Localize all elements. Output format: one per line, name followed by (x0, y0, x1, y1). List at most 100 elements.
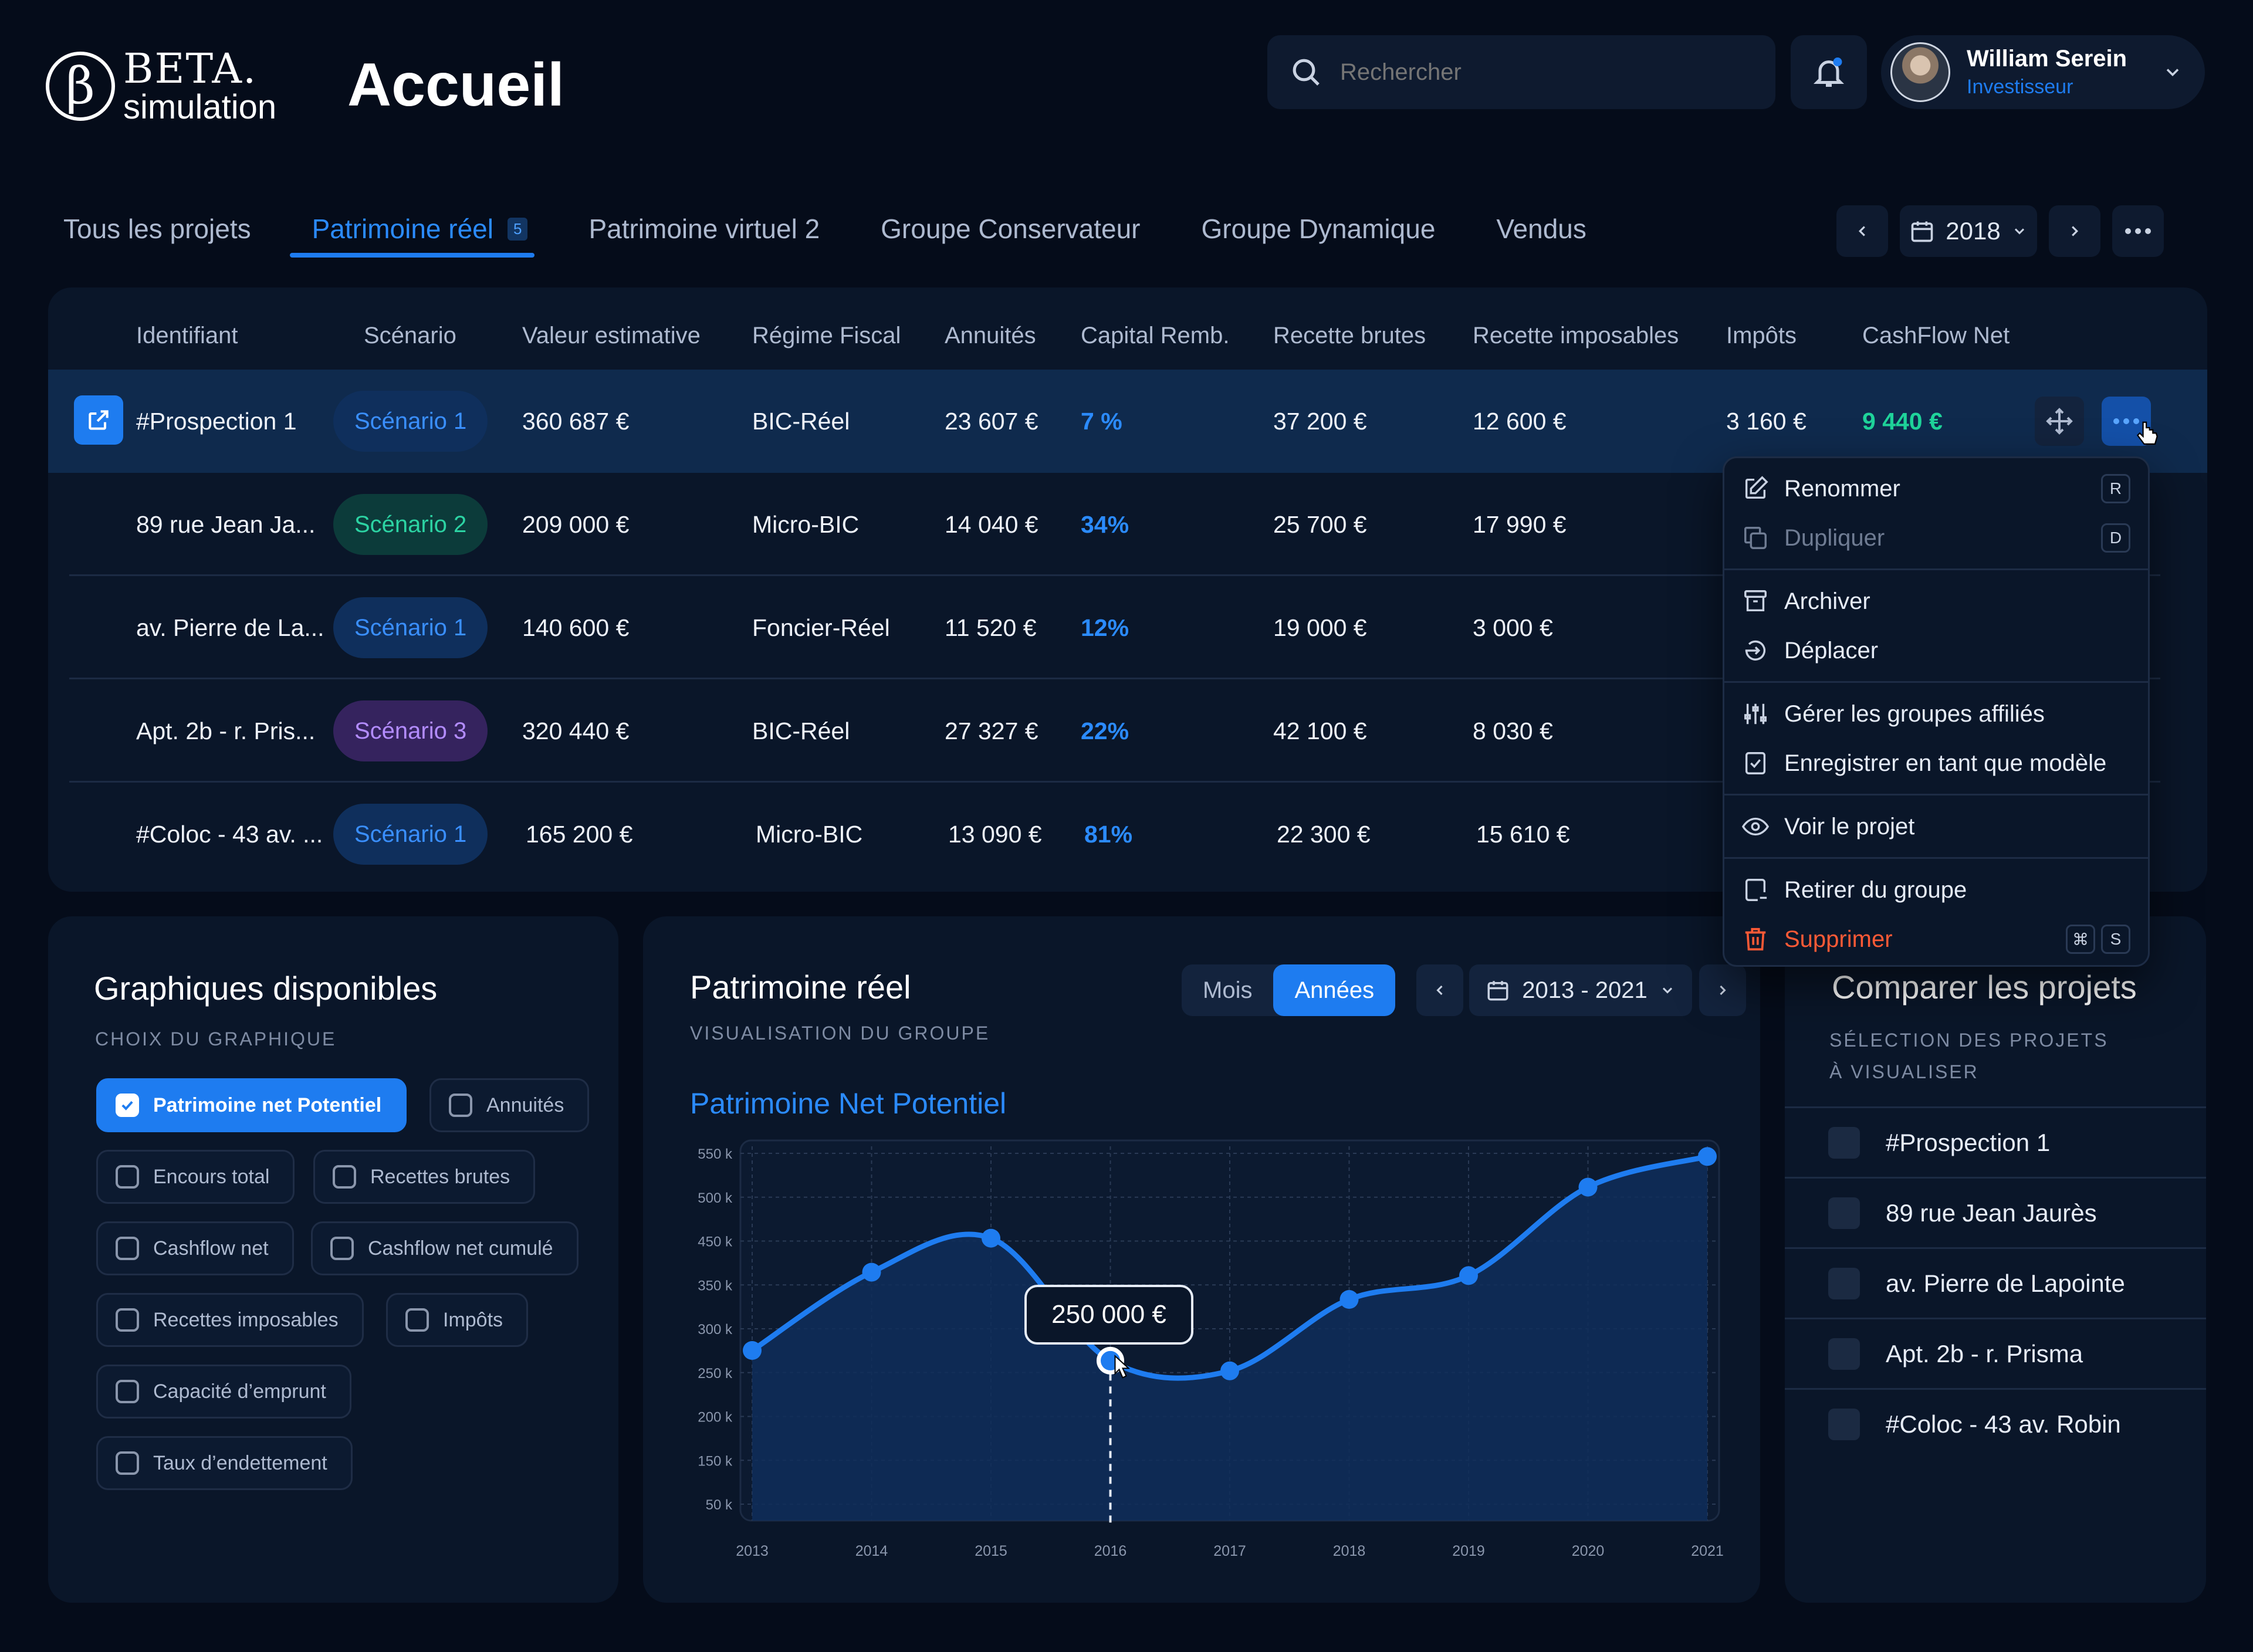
tab-label: Patrimoine virtuel 2 (588, 214, 820, 244)
chip-cashflow-cumule[interactable]: Cashflow net cumulé (311, 1221, 579, 1275)
menu-item-remove-group[interactable]: Retirer du groupe (1742, 865, 2130, 915)
search-bar[interactable] (1267, 35, 1775, 109)
compare-item[interactable]: #Prospection 1 (1785, 1106, 2206, 1177)
compare-item[interactable]: av. Pierre de Lapointe (1785, 1247, 2206, 1318)
graph-chooser-panel: Graphiques disponibles CHOIX DU GRAPHIQU… (48, 916, 618, 1603)
tab-tous-les-projets[interactable]: Tous les projets (63, 202, 251, 255)
move-to-icon (1745, 640, 1766, 661)
chip-patrimoine-net[interactable]: Patrimoine net Potentiel (96, 1078, 407, 1132)
cell-regime: BIC-Réel (752, 717, 850, 744)
col-identifiant[interactable]: Identifiant (136, 323, 238, 349)
tab-patrimoine-reel[interactable]: Patrimoine réel 5 (289, 202, 535, 258)
cell-scenario[interactable]: Scénario 1 (333, 783, 488, 886)
chip-recettes-brutes[interactable]: Recettes brutes (313, 1150, 536, 1204)
cell-valeur: 320 440 € (522, 717, 630, 744)
chip-encours-total[interactable]: Encours total (96, 1150, 295, 1204)
menu-item-save-template[interactable]: Enregistrer en tant que modèle (1742, 739, 2130, 788)
compare-item[interactable]: #Coloc - 43 av. Robin (1785, 1388, 2206, 1458)
cell-scenario[interactable]: Scénario 1 (333, 576, 488, 679)
col-scenario[interactable]: Scénario (364, 323, 456, 349)
col-brutes[interactable]: Recette brutes (1273, 323, 1426, 349)
tab-groupe-conservateur[interactable]: Groupe Conservateur (881, 202, 1140, 255)
chart-tooltip: 250 000 € (1024, 1285, 1193, 1345)
scenario-badge[interactable]: Scénario 2 (333, 494, 488, 555)
data-point (1220, 1361, 1239, 1380)
chip-cashflow-net[interactable]: Cashflow net (96, 1221, 294, 1275)
row-context-menu: Renommer R Dupliquer D Archiver Déplacer… (1723, 456, 2150, 967)
col-annuites[interactable]: Annuités (945, 323, 1036, 349)
shortcut-hint: D (2101, 523, 2130, 553)
more-options-button[interactable] (2112, 205, 2164, 257)
cell-scenario[interactable]: Scénario 3 (333, 679, 488, 783)
move-row-button[interactable] (2035, 397, 2084, 446)
col-capital[interactable]: Capital Remb. (1081, 323, 1229, 349)
checkbox-icon[interactable] (1828, 1197, 1860, 1229)
page-title: Accueil (347, 51, 564, 119)
checkbox-icon (116, 1380, 139, 1403)
scenario-badge[interactable]: Scénario 1 (333, 391, 488, 452)
prev-year-button[interactable] (1836, 205, 1888, 257)
compare-subtitle-1: SÉLECTION DES PROJETS (1829, 1030, 2109, 1051)
search-input[interactable] (1340, 59, 1751, 86)
bell-icon (1813, 57, 1845, 87)
x-tick-label: 2016 (1094, 1543, 1127, 1559)
col-regime[interactable]: Régime Fiscal (752, 323, 901, 349)
col-cashflow[interactable]: CashFlow Net (1862, 323, 2010, 349)
col-imposables[interactable]: Recette imposables (1473, 323, 1679, 349)
chevron-left-icon (1858, 226, 1865, 236)
col-impots[interactable]: Impôts (1726, 323, 1797, 349)
compare-item[interactable]: Apt. 2b - r. Prisma (1785, 1318, 2206, 1388)
shortcut-hint: R (2101, 474, 2130, 503)
chip-label: Impôts (443, 1308, 503, 1331)
year-select[interactable]: 2018 (1900, 205, 2037, 257)
checkbox-icon (333, 1165, 356, 1189)
menu-label: Renommer (1784, 475, 1900, 502)
x-tick-label: 2020 (1572, 1543, 1605, 1559)
menu-item-view-project[interactable]: Voir le projet (1742, 802, 2130, 851)
menu-item-delete[interactable]: Supprimer ⌘ S (1742, 915, 2130, 964)
checkbox-icon (116, 1451, 139, 1475)
menu-item-manage-groups[interactable]: Gérer les groupes affiliés (1742, 689, 2130, 739)
col-valeur[interactable]: Valeur estimative (522, 323, 701, 349)
menu-label: Archiver (1784, 588, 1870, 614)
compare-item[interactable]: 89 rue Jean Jaurès (1785, 1177, 2206, 1247)
menu-item-archive[interactable]: Archiver (1742, 577, 2130, 626)
y-tick-label: 450 k (698, 1234, 733, 1250)
cell-scenario[interactable]: Scénario 2 (333, 473, 488, 576)
area-chart[interactable]: 550 k 500 k 450 k 350 k 300 k 250 k 200 k 150 k… (643, 916, 1760, 1603)
data-point (1459, 1266, 1478, 1285)
menu-item-duplicate[interactable]: Dupliquer D (1742, 513, 2130, 563)
chip-annuites[interactable]: Annuités (429, 1078, 590, 1132)
tab-label: Groupe Conservateur (881, 214, 1141, 244)
chip-recettes-imposables[interactable]: Recettes imposables (96, 1293, 364, 1347)
scenario-badge[interactable]: Scénario 3 (333, 700, 488, 761)
chip-impots[interactable]: Impôts (386, 1293, 529, 1347)
template-check-icon (1745, 752, 1766, 774)
open-project-button[interactable] (74, 395, 123, 445)
tab-groupe-dynamique[interactable]: Groupe Dynamique (1202, 202, 1436, 255)
checkbox-icon[interactable] (1828, 1338, 1860, 1370)
data-point (862, 1262, 881, 1282)
checkbox-icon[interactable] (1828, 1126, 1860, 1159)
checkbox-icon[interactable] (1828, 1408, 1860, 1440)
tab-patrimoine-virtuel[interactable]: Patrimoine virtuel 2 (588, 202, 820, 255)
scenario-badge[interactable]: Scénario 1 (333, 804, 488, 865)
compare-subtitle-2: À VISUALISER (1829, 1061, 1979, 1082)
cell-valeur: 209 000 € (522, 510, 630, 538)
user-name: William Serein (1967, 46, 2127, 72)
notifications-button[interactable] (1791, 35, 1867, 109)
chip-capacite-emprunt[interactable]: Capacité d’emprunt (96, 1365, 351, 1419)
chip-taux-endettement[interactable]: Taux d’endettement (96, 1436, 353, 1490)
menu-label: Supprimer (1784, 926, 1893, 952)
menu-item-rename[interactable]: Renommer R (1742, 464, 2130, 513)
scenario-badge[interactable]: Scénario 1 (333, 597, 488, 658)
next-year-button[interactable] (2049, 205, 2100, 257)
menu-divider (1724, 857, 2148, 859)
shortcut-key: D (2101, 523, 2130, 553)
checkbox-icon[interactable] (1828, 1267, 1860, 1299)
cell-scenario[interactable]: Scénario 1 (333, 370, 488, 473)
tab-vendus[interactable]: Vendus (1496, 202, 1586, 255)
menu-item-move[interactable]: Déplacer (1742, 626, 2130, 675)
tab-label: Vendus (1496, 214, 1586, 244)
user-menu[interactable]: William Serein Investisseur (1881, 35, 2205, 109)
